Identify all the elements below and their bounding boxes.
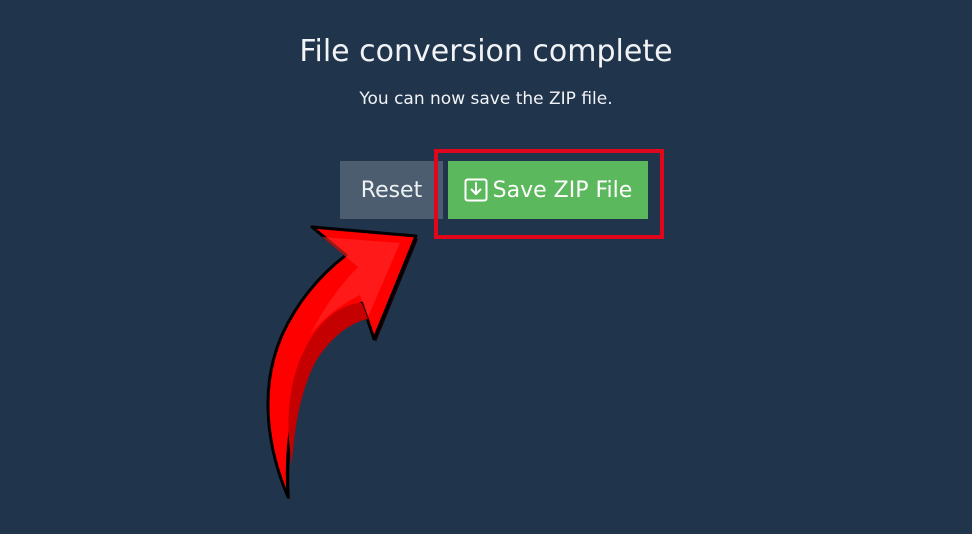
save-zip-file-label: Save ZIP File [492,177,633,203]
reset-button[interactable]: Reset [340,161,443,219]
red-arrow-annotation [266,225,418,500]
download-icon [464,178,488,202]
page-title: File conversion complete [299,34,673,69]
save-zip-file-button[interactable]: Save ZIP File [448,161,648,219]
page-subtitle: You can now save the ZIP file. [359,89,613,109]
reset-button-label: Reset [360,177,423,203]
